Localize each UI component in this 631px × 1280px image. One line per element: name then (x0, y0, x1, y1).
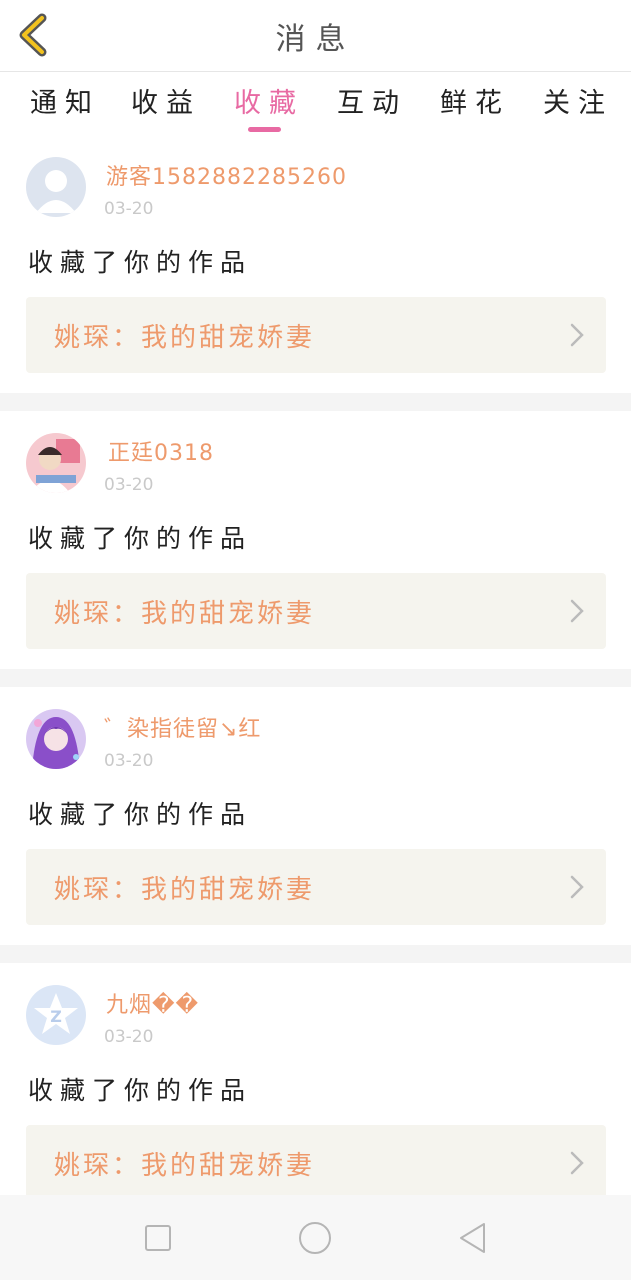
action-text: 收藏了你的作品 (28, 800, 253, 829)
svg-text:Z: Z (50, 1007, 62, 1026)
chevron-right-icon (570, 323, 584, 347)
action-text: 收藏了你的作品 (28, 1076, 253, 1105)
tab-interactions[interactable]: 互动 (337, 81, 407, 131)
list-item: ゛染指徒留↘红 03-20 收藏了你的作品 姚琛：我的甜宠娇妻 (0, 687, 631, 945)
work-link[interactable]: 姚琛：我的甜宠娇妻 (26, 573, 606, 649)
avatar[interactable] (26, 433, 86, 493)
work-title: 姚琛：我的甜宠娇妻 (54, 599, 316, 629)
system-nav-bar (0, 1195, 631, 1280)
system-back-button[interactable] (456, 1221, 490, 1255)
tab-favorites[interactable]: 收藏 (234, 81, 304, 131)
avatar[interactable] (26, 157, 86, 217)
chevron-right-icon (570, 1151, 584, 1175)
message-list[interactable]: 游客1582882285260 03-20 收藏了你的作品 姚琛：我的甜宠娇妻 … (0, 135, 631, 1195)
page-title: 消息 (275, 22, 356, 57)
divider (0, 393, 631, 411)
tab-follows[interactable]: 关注 (543, 81, 613, 131)
work-link[interactable]: 姚琛：我的甜宠娇妻 (26, 849, 606, 925)
tab-flowers[interactable]: 鲜花 (440, 81, 510, 131)
action-text: 收藏了你的作品 (28, 248, 253, 277)
work-link[interactable]: 姚琛：我的甜宠娇妻 (26, 1125, 606, 1195)
square-icon (145, 1225, 171, 1251)
timestamp: 03-20 (104, 1027, 154, 1047)
work-title: 姚琛：我的甜宠娇妻 (54, 323, 316, 353)
default-user-avatar-icon (26, 157, 86, 217)
avatar[interactable] (26, 709, 86, 769)
work-title: 姚琛：我的甜宠娇妻 (54, 875, 316, 905)
timestamp: 03-20 (104, 199, 154, 219)
tab-earnings[interactable]: 收益 (131, 81, 201, 131)
divider (0, 669, 631, 687)
action-text: 收藏了你的作品 (28, 524, 253, 553)
timestamp: 03-20 (104, 475, 154, 495)
list-item: 正廷0318 03-20 收藏了你的作品 姚琛：我的甜宠娇妻 (0, 411, 631, 669)
triangle-back-icon (460, 1223, 485, 1253)
tab-bar: 通知 收益 收藏 互动 鲜花 关注 (0, 73, 631, 135)
home-button[interactable] (298, 1221, 332, 1255)
username[interactable]: ゛染指徒留↘红 (104, 711, 261, 743)
username[interactable]: 九烟�� (106, 987, 199, 1019)
top-bar: 消息 (0, 0, 631, 72)
circle-icon (299, 1222, 331, 1254)
qq-avatar-icon: Z (26, 985, 86, 1045)
chevron-right-icon (570, 599, 584, 623)
tab-notifications[interactable]: 通知 (30, 81, 100, 131)
list-item: 游客1582882285260 03-20 收藏了你的作品 姚琛：我的甜宠娇妻 (0, 135, 631, 393)
chevron-right-icon (570, 875, 584, 899)
timestamp: 03-20 (104, 751, 154, 771)
anime-avatar-icon (26, 709, 86, 769)
divider (0, 945, 631, 963)
work-title: 姚琛：我的甜宠娇妻 (54, 1151, 316, 1181)
photo-avatar-icon (26, 433, 86, 493)
active-tab-indicator (248, 127, 281, 132)
work-link[interactable]: 姚琛：我的甜宠娇妻 (26, 297, 606, 373)
username[interactable]: 正廷0318 (108, 435, 214, 467)
username[interactable]: 游客1582882285260 (106, 159, 347, 191)
list-item: Z 九烟�� 03-20 收藏了你的作品 姚琛：我的甜宠娇妻 (0, 963, 631, 1195)
recents-button[interactable] (141, 1221, 175, 1255)
avatar[interactable]: Z (26, 985, 86, 1045)
